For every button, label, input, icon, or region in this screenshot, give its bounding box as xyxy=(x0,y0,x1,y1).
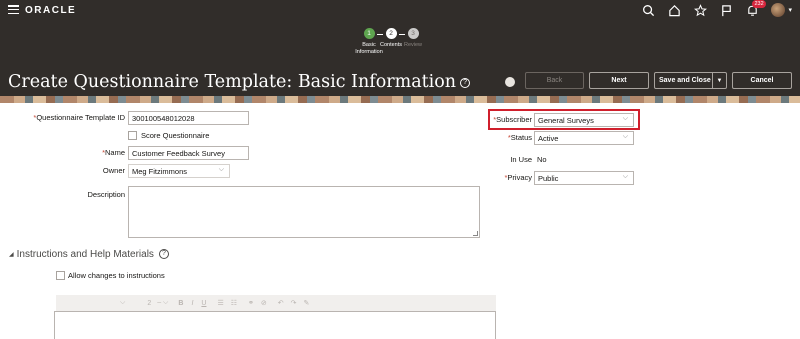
description-field[interactable] xyxy=(128,186,480,238)
name-label: *Name xyxy=(102,148,125,157)
help-icon[interactable]: ? xyxy=(460,77,471,88)
oracle-logo[interactable]: ORACLE xyxy=(25,5,76,16)
search-icon[interactable] xyxy=(641,3,655,17)
save-options-dropdown[interactable]: ▼ xyxy=(712,73,726,88)
chevron-down-icon: ⌵ xyxy=(622,115,628,122)
help-icon[interactable]: ? xyxy=(158,249,169,260)
bold-icon[interactable]: B xyxy=(178,300,183,307)
save-and-close-label: Save and Close xyxy=(659,77,711,84)
process-train: 1 Basic Information 2 Contents 3 Review xyxy=(355,28,427,56)
step-number: 1 xyxy=(363,28,375,39)
collapse-triangle-icon[interactable]: ◢ xyxy=(9,252,14,258)
privacy-label: *Privacy xyxy=(504,173,532,182)
owner-value: Meg Fitzimmons xyxy=(132,167,188,176)
bell-icon[interactable]: 232 xyxy=(745,0,766,17)
flag-icon[interactable] xyxy=(719,3,733,17)
owner-select[interactable]: Meg Fitzimmons ⌵ xyxy=(128,164,230,178)
chevron-down-icon: ⌵ xyxy=(622,173,628,180)
name-field[interactable]: Customer Feedback Survey xyxy=(128,146,249,160)
score-questionnaire-checkbox[interactable] xyxy=(128,131,137,140)
privacy-value: Public xyxy=(538,174,559,183)
status-select[interactable]: Active ⌵ xyxy=(534,131,634,145)
redo-icon[interactable]: ↷ xyxy=(291,299,297,307)
step-label: Review xyxy=(403,42,423,48)
menu-icon[interactable] xyxy=(8,5,19,15)
step-number: 2 xyxy=(385,28,397,39)
score-questionnaire-label: Score Questionnaire xyxy=(141,131,210,140)
cancel-button[interactable]: Cancel xyxy=(732,72,792,89)
instructions-section-header[interactable]: ◢ Instructions and Help Materials? xyxy=(9,249,169,260)
italic-icon[interactable]: I xyxy=(191,300,193,307)
numbered-list-icon[interactable]: ☷ xyxy=(231,299,237,307)
allow-changes-label: Allow changes to instructions xyxy=(68,271,165,280)
decorative-banner xyxy=(0,96,800,103)
unlink-icon[interactable]: ⊘ xyxy=(261,299,267,307)
description-label: Description xyxy=(87,190,125,199)
back-button[interactable]: Back xyxy=(525,72,584,89)
undo-icon[interactable]: ↶ xyxy=(278,299,284,307)
template-id-label: *Questionnaire Template ID xyxy=(33,113,125,122)
instructions-title: Instructions and Help Materials xyxy=(16,249,154,260)
link-icon[interactable]: ⚭ xyxy=(248,299,254,307)
template-id-field[interactable]: 300100548012028 xyxy=(128,111,249,125)
star-icon[interactable] xyxy=(693,3,707,17)
subscriber-value: General Surveys xyxy=(538,116,594,125)
notification-badge: 232 xyxy=(752,0,766,8)
global-header: ORACLE 232 ▾ xyxy=(0,0,800,20)
step-number: 3 xyxy=(407,28,419,39)
font-family-dropdown[interactable]: ⌵ xyxy=(120,299,125,307)
status-value: Active xyxy=(538,134,559,143)
avatar[interactable] xyxy=(771,3,786,17)
chevron-down-icon: ⌵ xyxy=(622,133,628,140)
page-title: Create Questionnaire Template: Basic Inf… xyxy=(8,72,471,92)
user-menu[interactable]: ▾ xyxy=(771,3,792,17)
font-size-dropdown[interactable]: – ⌵ xyxy=(157,299,168,307)
font-size-value[interactable]: 2 xyxy=(147,300,151,307)
subscriber-label: *Subscriber xyxy=(493,115,532,124)
next-button[interactable]: Next xyxy=(589,72,649,89)
in-use-value: No xyxy=(537,155,547,164)
page-header: 1 Basic Information 2 Contents 3 Review … xyxy=(0,20,800,96)
status-label: *Status xyxy=(507,133,532,142)
globe-icon[interactable] xyxy=(505,77,515,87)
save-and-close-button[interactable]: Save and Close ▼ xyxy=(654,72,727,89)
bullet-list-icon[interactable]: ☰ xyxy=(217,299,223,307)
chevron-down-icon: ▾ xyxy=(788,7,792,14)
train-stop-review[interactable]: 3 Review xyxy=(399,28,427,49)
chevron-down-icon: ⌵ xyxy=(218,166,224,173)
home-icon[interactable] xyxy=(667,3,681,17)
clear-format-icon[interactable]: ✎ xyxy=(304,299,310,307)
instructions-editor[interactable] xyxy=(54,311,496,339)
owner-label: Owner xyxy=(102,166,125,175)
page-title-text: Create Questionnaire Template: Basic Inf… xyxy=(8,72,457,92)
resize-handle[interactable] xyxy=(473,231,478,236)
underline-icon[interactable]: U xyxy=(201,300,206,307)
in-use-label: In Use xyxy=(510,155,532,164)
privacy-select[interactable]: Public ⌵ xyxy=(534,171,634,185)
allow-changes-checkbox[interactable] xyxy=(56,271,65,280)
subscriber-select[interactable]: General Surveys ⌵ xyxy=(534,113,634,127)
rich-text-toolbar: ⌵ 2 – ⌵ B I U ☰ ☷ ⚭ ⊘ ↶ ↷ ✎ xyxy=(56,295,496,311)
